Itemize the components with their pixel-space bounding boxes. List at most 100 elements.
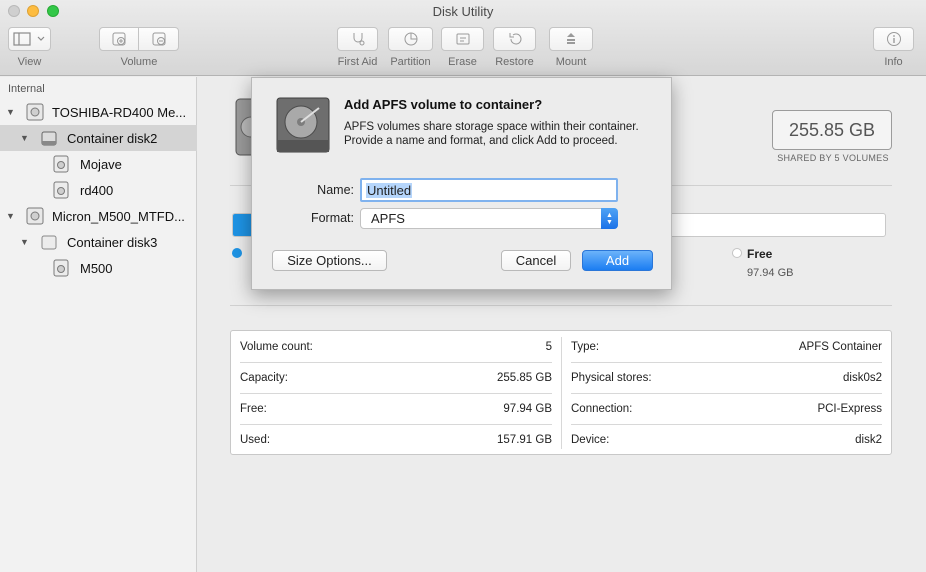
- dialog-message: APFS volumes share storage space within …: [344, 121, 639, 147]
- mount-label: Mount: [555, 56, 587, 68]
- sidebar-item-label: Micron_M500_MTFD...: [52, 208, 185, 224]
- sidebar-item-rd400[interactable]: rd400: [0, 177, 197, 203]
- info-row-free: Free: 97.94 GB: [240, 393, 552, 424]
- sidebar: Internal ▼ TOSHIBA-RD400 Me... ▼ Contain…: [0, 77, 197, 572]
- erase-button[interactable]: [441, 27, 484, 51]
- info-label: Connection:: [571, 402, 633, 415]
- info-label: Capacity:: [240, 371, 288, 384]
- name-field-label: Name:: [317, 183, 354, 197]
- partition-button[interactable]: [388, 27, 433, 51]
- format-select[interactable]: APFS ▲ ▼: [360, 208, 618, 229]
- info-label: Used:: [240, 433, 271, 446]
- container-icon: [41, 131, 57, 146]
- erase-label: Erase: [448, 56, 477, 68]
- mount-button[interactable]: [549, 27, 593, 51]
- sidebar-item-label: Container disk2: [67, 130, 158, 146]
- first-aid-label: First Aid: [337, 56, 378, 68]
- window-title: Disk Utility: [432, 4, 494, 19]
- info-table: Volume count: 5 Capacity: 255.85 GB Free…: [230, 330, 892, 455]
- container-size: 255.85 GB: [772, 110, 892, 150]
- disclosure-triangle-icon[interactable]: ▼: [6, 108, 15, 117]
- sidebar-item-micron[interactable]: ▼ Micron_M500_MTFD...: [0, 203, 197, 229]
- size-options-button[interactable]: Size Options...: [272, 250, 387, 271]
- disclosure-triangle-icon[interactable]: ▼: [6, 212, 15, 221]
- sidebar-section-internal: Internal: [8, 83, 45, 95]
- volume-drive-icon: [53, 181, 69, 199]
- restore-label: Restore: [495, 56, 534, 68]
- info-row-type: Type: APFS Container: [571, 331, 882, 362]
- info-row-capacity: Capacity: 255.85 GB: [240, 362, 552, 393]
- container-icon: [41, 235, 57, 250]
- format-select-value: APFS: [371, 211, 405, 226]
- info-label: Type:: [571, 340, 600, 353]
- add-button[interactable]: Add: [582, 250, 653, 271]
- info-value: APFS Container: [798, 340, 882, 353]
- free-legend-value: 97.94 GB: [747, 267, 794, 279]
- sidebar-item-container-disk3[interactable]: ▼ Container disk3: [0, 229, 197, 255]
- sidebar-item-label: M500: [80, 260, 113, 276]
- sidebar-item-label: Container disk3: [67, 234, 158, 250]
- add-volume-button[interactable]: [99, 27, 139, 51]
- disclosure-triangle-icon[interactable]: ▼: [20, 134, 29, 143]
- info-value: 157.91 GB: [497, 433, 552, 446]
- erase-icon: [456, 33, 469, 45]
- partition-pie-icon: [404, 32, 417, 46]
- mount-icon: [567, 33, 575, 44]
- info-row-connection: Connection: PCI-Express: [571, 393, 882, 424]
- remove-volume-icon: [152, 32, 165, 46]
- info-value: 5: [545, 340, 552, 353]
- shared-volumes-caption: SHARED BY 5 VOLUMES: [777, 153, 889, 163]
- used-legend-dot: [232, 248, 242, 258]
- popup-arrows-icon: ▲ ▼: [601, 208, 618, 229]
- view-label: View: [17, 56, 42, 68]
- remove-volume-button[interactable]: [139, 27, 179, 51]
- info-icon: [886, 32, 901, 46]
- view-button[interactable]: [8, 27, 51, 51]
- sidebar-item-label: TOSHIBA-RD400 Me...: [52, 104, 187, 120]
- info-row-physical-stores: Physical stores: disk0s2: [571, 362, 882, 393]
- info-value: 255.85 GB: [497, 371, 552, 384]
- info-value: disk0s2: [843, 371, 882, 384]
- info-label: Device:: [571, 433, 610, 446]
- info-value: PCI-Express: [817, 402, 882, 415]
- add-volume-dialog: Add APFS volume to container? APFS volum…: [251, 77, 672, 290]
- info-label: Physical stores:: [571, 371, 652, 384]
- window-toolbar: Disk Utility View Volume First Aid Parti…: [0, 0, 926, 76]
- divider: [230, 305, 892, 306]
- info-row-used: Used: 157.91 GB: [240, 424, 552, 455]
- disclosure-triangle-icon[interactable]: ▼: [20, 238, 29, 247]
- volume-name-input[interactable]: Untitled: [360, 178, 618, 202]
- sidebar-view-icon: [12, 32, 44, 46]
- free-legend-dot: [732, 248, 742, 258]
- info-label: Volume count:: [240, 340, 313, 353]
- dialog-title: Add APFS volume to container?: [344, 97, 543, 112]
- sidebar-item-mojave[interactable]: Mojave: [0, 151, 197, 177]
- hard-drive-icon: [26, 207, 44, 225]
- info-label: Free:: [240, 402, 267, 415]
- restore-button[interactable]: [493, 27, 536, 51]
- cancel-button[interactable]: Cancel: [501, 250, 571, 271]
- disk-utility-drive-icon: [276, 97, 330, 153]
- sidebar-item-label: rd400: [80, 182, 114, 198]
- info-row-device: Device: disk2: [571, 424, 882, 455]
- sidebar-item-m500[interactable]: M500: [0, 255, 197, 281]
- add-volume-icon: [112, 32, 126, 46]
- info-value: 97.94 GB: [503, 402, 552, 415]
- volume-drive-icon: [53, 259, 69, 277]
- stethoscope-icon: [353, 33, 364, 46]
- info-button[interactable]: [873, 27, 914, 51]
- restore-arrow-icon: [509, 33, 521, 45]
- info-label: Info: [884, 56, 903, 68]
- hard-drive-icon: [26, 103, 44, 121]
- info-row-volume-count: Volume count: 5: [240, 331, 552, 362]
- partition-label: Partition: [390, 56, 431, 68]
- info-value: disk2: [855, 433, 882, 446]
- volume-name-value: Untitled: [366, 182, 413, 198]
- free-legend-label: Free: [747, 247, 773, 261]
- sidebar-item-toshiba[interactable]: ▼ TOSHIBA-RD400 Me...: [0, 99, 197, 125]
- volume-drive-icon: [53, 155, 69, 173]
- sidebar-item-container-disk2[interactable]: ▼ Container disk2: [0, 125, 197, 151]
- first-aid-button[interactable]: [337, 27, 378, 51]
- sidebar-item-label: Mojave: [80, 156, 122, 172]
- info-column-divider: [561, 337, 562, 449]
